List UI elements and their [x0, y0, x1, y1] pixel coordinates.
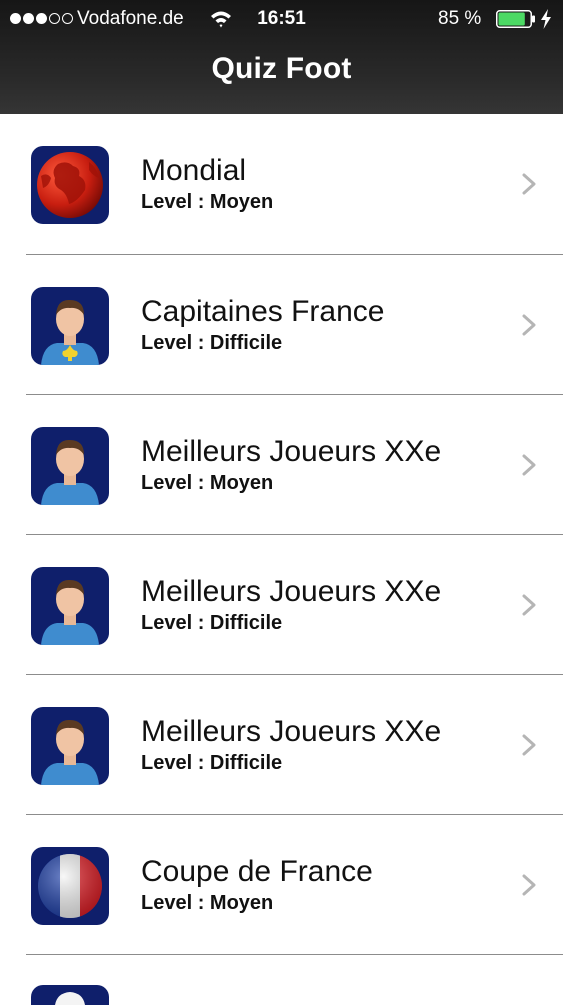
chevron-right-icon [522, 454, 536, 476]
quiz-row-mondial[interactable]: Mondial Level : Moyen [26, 114, 563, 255]
quiz-level: Level : Moyen [141, 472, 274, 494]
quiz-title: Meilleurs Joueurs XXe [141, 435, 442, 468]
quiz-row-meilleurs-joueurs-3[interactable]: Meilleurs Joueurs XXe Level : Difficile [26, 675, 563, 815]
status-bar: Vodafone.de 16:51 85 % [0, 0, 563, 38]
quiz-title: Mondial [141, 154, 247, 187]
quiz-title: Capitaines France [141, 295, 385, 328]
chevron-right-icon [522, 314, 536, 336]
quiz-row-meilleurs-joueurs-1[interactable]: Meilleurs Joueurs XXe Level : Moyen [26, 395, 563, 535]
battery-icon [496, 10, 535, 28]
charging-bolt-icon [541, 9, 551, 29]
quiz-level: Level : Difficile [141, 752, 283, 774]
player-fleur-de-lis-icon [31, 287, 109, 365]
quiz-level: Level : Difficile [141, 332, 283, 354]
chevron-right-icon [522, 734, 536, 756]
navigation-bar: Vodafone.de 16:51 85 % Quiz Foot [0, 0, 563, 114]
quiz-level: Level : Difficile [141, 612, 283, 634]
quiz-row-capitaines-france[interactable]: Capitaines France Level : Difficile [26, 255, 563, 395]
quiz-level: Level : Moyen [141, 191, 274, 213]
globe-icon [31, 146, 109, 224]
quiz-icon [31, 985, 109, 1005]
quiz-level: Level : Moyen [141, 892, 274, 914]
chevron-right-icon [522, 874, 536, 896]
player-icon [31, 427, 109, 505]
quiz-list[interactable]: Mondial Level : Moyen Capitaines France … [0, 114, 563, 1005]
quiz-title: Meilleurs Joueurs XXe [141, 715, 442, 748]
chevron-right-icon [522, 594, 536, 616]
page-title: Quiz Foot [211, 52, 352, 85]
quiz-row-meilleurs-joueurs-2[interactable]: Meilleurs Joueurs XXe Level : Difficile [26, 535, 563, 675]
quiz-title: Meilleurs Joueurs XXe [141, 575, 442, 608]
quiz-row-partial[interactable] [26, 955, 563, 1005]
france-flag-ball-icon [31, 847, 109, 925]
player-icon [31, 707, 109, 785]
quiz-title: Coupe de France [141, 855, 373, 888]
chevron-right-icon [522, 173, 536, 195]
player-icon [31, 567, 109, 645]
battery-percentage: 85 % [438, 8, 482, 29]
quiz-row-coupe-de-france[interactable]: Coupe de France Level : Moyen [26, 815, 563, 955]
